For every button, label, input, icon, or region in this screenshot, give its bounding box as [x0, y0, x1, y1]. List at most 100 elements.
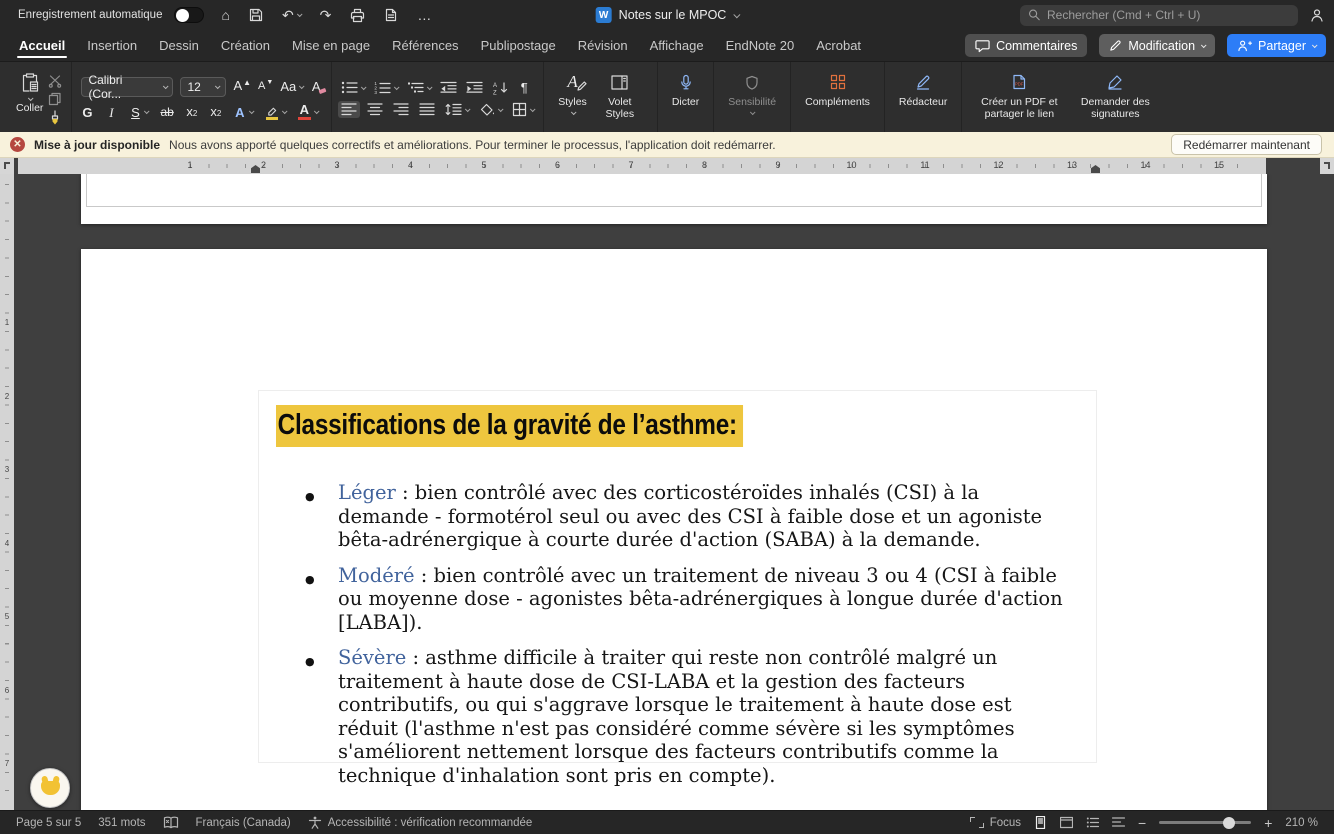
- justify-button[interactable]: [419, 103, 435, 116]
- pilcrow-icon[interactable]: ¶: [518, 80, 530, 95]
- search-input[interactable]: [1046, 8, 1290, 22]
- print-layout-view-button[interactable]: [1034, 816, 1047, 829]
- align-left-button[interactable]: [338, 101, 361, 118]
- share-button[interactable]: Partager: [1227, 34, 1326, 57]
- decrease-indent-icon[interactable]: [440, 81, 457, 94]
- document-icon[interactable]: [384, 8, 398, 22]
- text-effects-button[interactable]: A: [234, 105, 255, 120]
- vertical-ruler[interactable]: 1 2 3 4 5 6 7: [0, 174, 14, 810]
- ruler-number: 11: [920, 160, 930, 170]
- word-count[interactable]: 351 mots: [98, 817, 145, 829]
- search-field[interactable]: [1020, 4, 1298, 26]
- cut-icon[interactable]: [48, 74, 62, 88]
- styles-button[interactable]: A Styles: [553, 67, 592, 130]
- document-title[interactable]: Notes sur le MPOC: [619, 8, 727, 22]
- outline-view-button[interactable]: [1086, 816, 1100, 829]
- ribbon-tab[interactable]: Création: [210, 38, 281, 61]
- home-icon[interactable]: ⌂: [221, 8, 229, 22]
- shrink-font-icon[interactable]: A ▼: [258, 79, 273, 95]
- comments-button[interactable]: Commentaires: [965, 34, 1088, 57]
- tab-selector-box[interactable]: [0, 158, 14, 174]
- highlight-button[interactable]: [265, 105, 288, 120]
- editing-mode-button[interactable]: Modification: [1099, 34, 1216, 57]
- subscript-button[interactable]: x2: [186, 104, 198, 121]
- ribbon-tab[interactable]: EndNote 20: [715, 38, 806, 61]
- redo-button[interactable]: ↷: [320, 8, 332, 22]
- word-app-icon: W: [595, 7, 612, 23]
- bold-button[interactable]: G: [81, 105, 93, 120]
- autosave-toggle[interactable]: [174, 7, 205, 23]
- paste-button[interactable]: Coller: [11, 67, 48, 130]
- undo-button[interactable]: ↶: [282, 8, 303, 22]
- request-signatures-button[interactable]: Demander des signatures: [1067, 67, 1163, 130]
- feedback-button[interactable]: [30, 768, 70, 808]
- zoom-slider[interactable]: [1159, 816, 1252, 829]
- account-icon[interactable]: [1309, 8, 1325, 23]
- signature-icon: [1107, 69, 1123, 95]
- addins-button[interactable]: Compléments: [800, 67, 875, 130]
- page[interactable]: Classifications de la gravité de l’asthm…: [81, 249, 1267, 810]
- styles-group: A Styles Volet Styles: [543, 62, 657, 132]
- create-pdf-button[interactable]: PDF Créer un PDF et partager le lien: [971, 67, 1067, 130]
- horizontal-ruler[interactable]: 1 2 3 4 5 6 7 8 9 10 11 12 13 14 15: [18, 158, 1266, 174]
- title-chevron-icon[interactable]: [733, 10, 741, 18]
- accessibility-status[interactable]: Accessibilité : vérification recommandée: [308, 816, 532, 830]
- ribbon-tab[interactable]: Mise en page: [281, 38, 381, 61]
- restart-now-button[interactable]: Redémarrer maintenant: [1171, 134, 1322, 155]
- save-icon[interactable]: [249, 8, 263, 22]
- more-icon[interactable]: …: [417, 8, 431, 22]
- ribbon-tab[interactable]: Acrobat: [805, 38, 872, 61]
- multilevel-list-icon[interactable]: [407, 81, 433, 94]
- page-count[interactable]: Page 5 sur 5: [16, 817, 81, 829]
- zoom-slider-knob[interactable]: [1223, 816, 1236, 829]
- strikethrough-button[interactable]: ab: [160, 105, 173, 120]
- zoom-out-button[interactable]: −: [1138, 816, 1146, 830]
- increase-indent-icon[interactable]: [466, 81, 483, 94]
- slide-image[interactable]: Classifications de la gravité de l’asthm…: [258, 390, 1097, 787]
- font-size-select[interactable]: 12: [180, 76, 227, 97]
- format-painter-icon[interactable]: [48, 109, 62, 126]
- grow-font-icon[interactable]: A ▲: [233, 78, 251, 95]
- copy-icon[interactable]: [48, 92, 62, 106]
- web-layout-view-button[interactable]: [1060, 816, 1074, 829]
- ribbon-tab[interactable]: Publipostage: [470, 38, 567, 61]
- borders-icon[interactable]: [512, 102, 536, 117]
- font-color-button[interactable]: A: [297, 103, 320, 120]
- ribbon-tab[interactable]: Révision: [567, 38, 639, 61]
- sort-icon[interactable]: AZ: [492, 81, 509, 95]
- superscript-button[interactable]: x2: [210, 104, 222, 121]
- font-name-select[interactable]: Calibri (Cor...: [81, 73, 174, 101]
- ribbon-tab[interactable]: Dessin: [148, 38, 210, 61]
- clipboard-group: Coller: [2, 62, 71, 132]
- editor-button[interactable]: Rédacteur: [894, 67, 952, 130]
- spellcheck-icon[interactable]: [163, 816, 179, 829]
- language-selector[interactable]: Français (Canada): [196, 817, 291, 829]
- pdf-icon: PDF: [1011, 69, 1027, 95]
- severity-term: Léger: [338, 481, 396, 504]
- severity-term: Modéré: [338, 563, 415, 587]
- ribbon-tab[interactable]: Affichage: [639, 38, 715, 61]
- print-icon[interactable]: [350, 8, 365, 23]
- notification-badge: Mise à jour disponible: [34, 137, 161, 152]
- ribbon-tab[interactable]: Références: [381, 38, 469, 61]
- shading-icon[interactable]: [479, 103, 504, 117]
- focus-toggle[interactable]: Focus: [969, 817, 1021, 829]
- bullets-icon[interactable]: [341, 81, 367, 94]
- italic-button[interactable]: I: [105, 105, 117, 120]
- ribbon-tab[interactable]: Accueil: [8, 38, 76, 61]
- underline-button[interactable]: S: [129, 105, 150, 120]
- align-right-button[interactable]: [393, 103, 409, 116]
- zoom-in-button[interactable]: +: [1264, 816, 1272, 830]
- previous-page-bottom[interactable]: [81, 174, 1267, 224]
- dictate-button[interactable]: Dicter: [667, 67, 704, 130]
- ribbon-tab[interactable]: Insertion: [76, 38, 148, 61]
- styles-pane-button[interactable]: Volet Styles: [592, 67, 648, 130]
- zoom-level[interactable]: 210 %: [1285, 817, 1318, 829]
- clear-formatting-icon[interactable]: A: [310, 79, 327, 95]
- line-spacing-icon[interactable]: [445, 103, 471, 116]
- numbering-icon[interactable]: 123: [374, 81, 400, 94]
- change-case-icon[interactable]: Aa: [280, 79, 305, 94]
- draft-view-button[interactable]: [1112, 816, 1126, 829]
- align-center-button[interactable]: [367, 103, 383, 116]
- close-icon[interactable]: ✕: [10, 137, 25, 152]
